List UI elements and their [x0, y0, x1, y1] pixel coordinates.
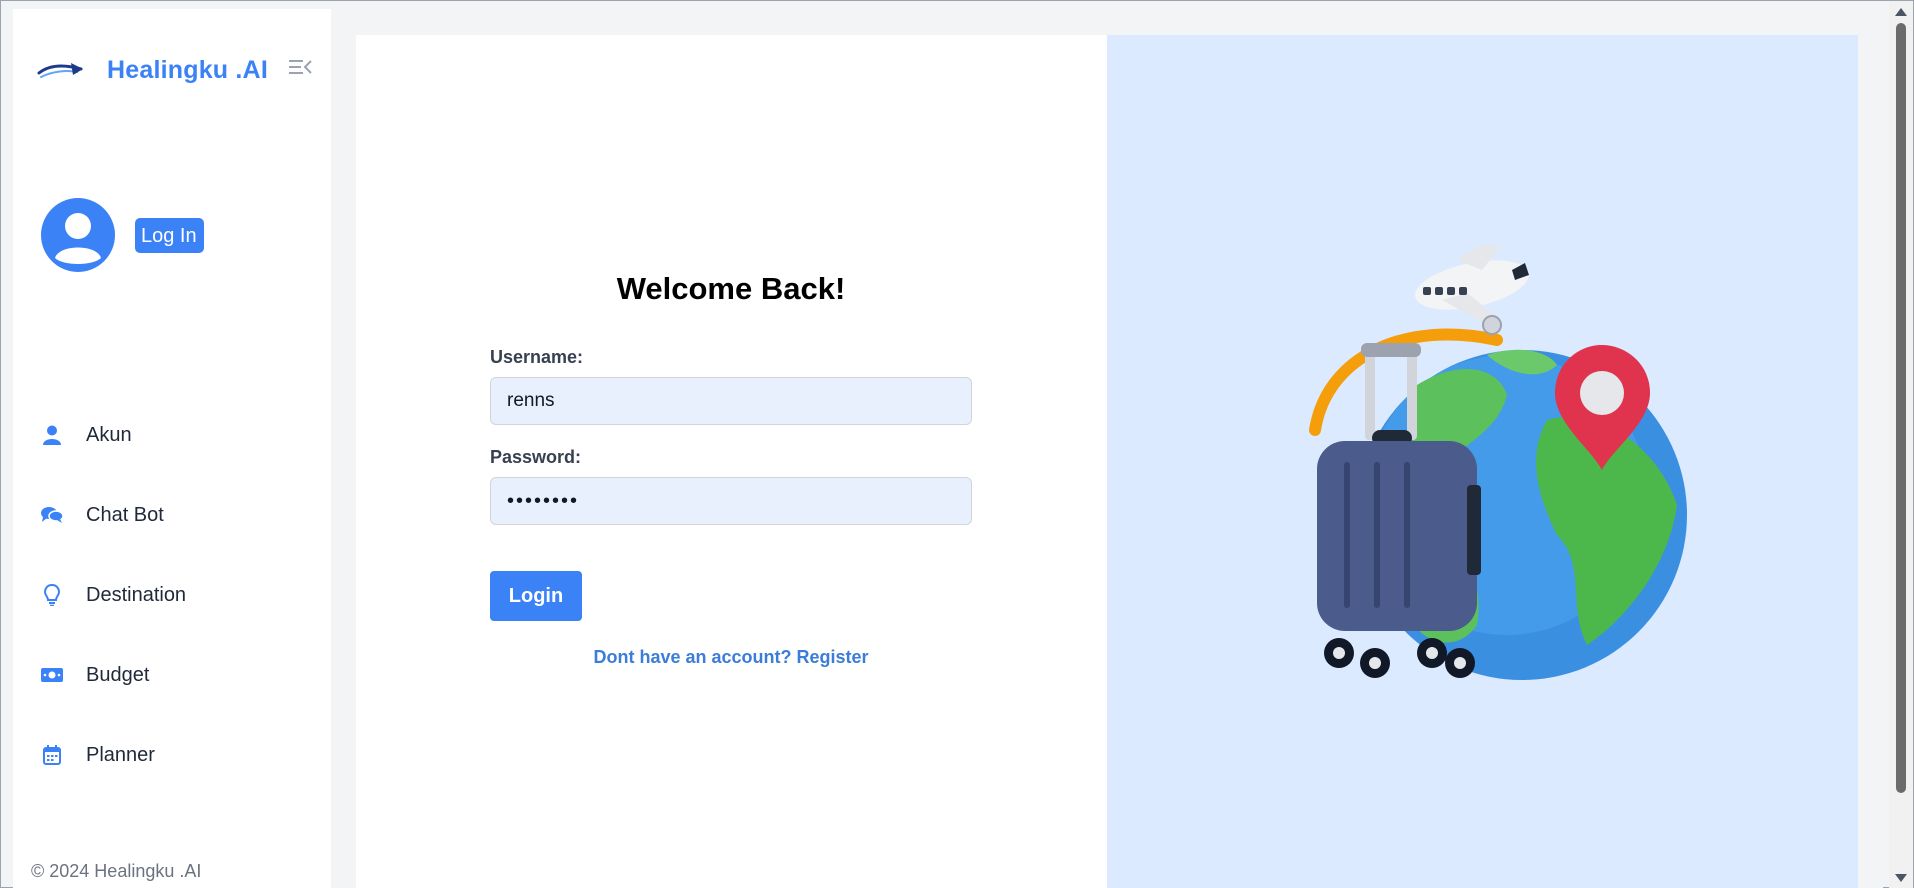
login-submit-button[interactable]: Login	[490, 571, 582, 621]
user-icon	[41, 424, 63, 446]
chat-icon	[41, 504, 63, 526]
copyright: © 2024 Healingku .AI	[31, 861, 202, 881]
brand[interactable]: Healingku .AI	[37, 45, 327, 95]
sidebar-nav: Akun Chat Bot Destination Budget Planner	[41, 395, 321, 795]
register-link[interactable]: Dont have an account? Register	[490, 647, 972, 668]
user-block: Log In	[41, 195, 204, 275]
scroll-up-arrow-icon[interactable]	[1895, 8, 1907, 16]
sidebar-item-destination[interactable]: Destination	[41, 555, 321, 635]
collapse-sidebar-icon[interactable]	[287, 57, 313, 77]
swoosh-logo-icon	[37, 63, 83, 78]
sidebar-item-budget[interactable]: Budget	[41, 635, 321, 715]
sidebar-item-planner[interactable]: Planner	[41, 715, 321, 795]
sidebar-login-button[interactable]: Log In	[135, 217, 204, 253]
sidebar-item-chat-bot[interactable]: Chat Bot	[41, 475, 321, 555]
main-content: Welcome Back! Username: renns Password: …	[331, 9, 1883, 888]
sidebar: Healingku .AI Log In Akun Chat Bot Desti…	[13, 9, 331, 888]
sidebar-item-label: Budget	[86, 663, 150, 686]
username-input[interactable]: renns	[490, 377, 972, 425]
sidebar-item-label: Chat Bot	[86, 503, 164, 526]
password-label: Password:	[490, 447, 582, 467]
calendar-icon	[41, 744, 63, 766]
sidebar-item-label: Akun	[86, 423, 132, 446]
sidebar-item-label: Destination	[86, 583, 187, 606]
app-window: Healingku .AI Log In Akun Chat Bot Desti…	[0, 0, 1914, 888]
login-form: Welcome Back! Username: renns Password: …	[490, 271, 972, 668]
login-card: Welcome Back! Username: renns Password: …	[356, 35, 1858, 888]
lightbulb-icon	[41, 584, 63, 606]
page-title: Welcome Back!	[616, 271, 846, 306]
login-form-panel: Welcome Back! Username: renns Password: …	[356, 35, 1107, 888]
travel-illustration	[1309, 245, 1687, 680]
scroll-down-arrow-icon[interactable]	[1895, 874, 1907, 882]
scroll-thumb[interactable]	[1896, 23, 1906, 793]
sidebar-item-label: Planner	[86, 743, 155, 766]
page-scrollbar[interactable]	[1889, 1, 1913, 888]
avatar-icon	[41, 198, 115, 272]
brand-name: Healingku .AI	[107, 55, 268, 84]
money-icon	[41, 664, 63, 686]
sidebar-item-akun[interactable]: Akun	[41, 395, 321, 475]
airplane-icon	[1415, 245, 1529, 335]
password-input[interactable]: ••••••••	[490, 477, 972, 525]
username-label: Username:	[490, 347, 584, 367]
illustration-panel	[1107, 35, 1858, 888]
